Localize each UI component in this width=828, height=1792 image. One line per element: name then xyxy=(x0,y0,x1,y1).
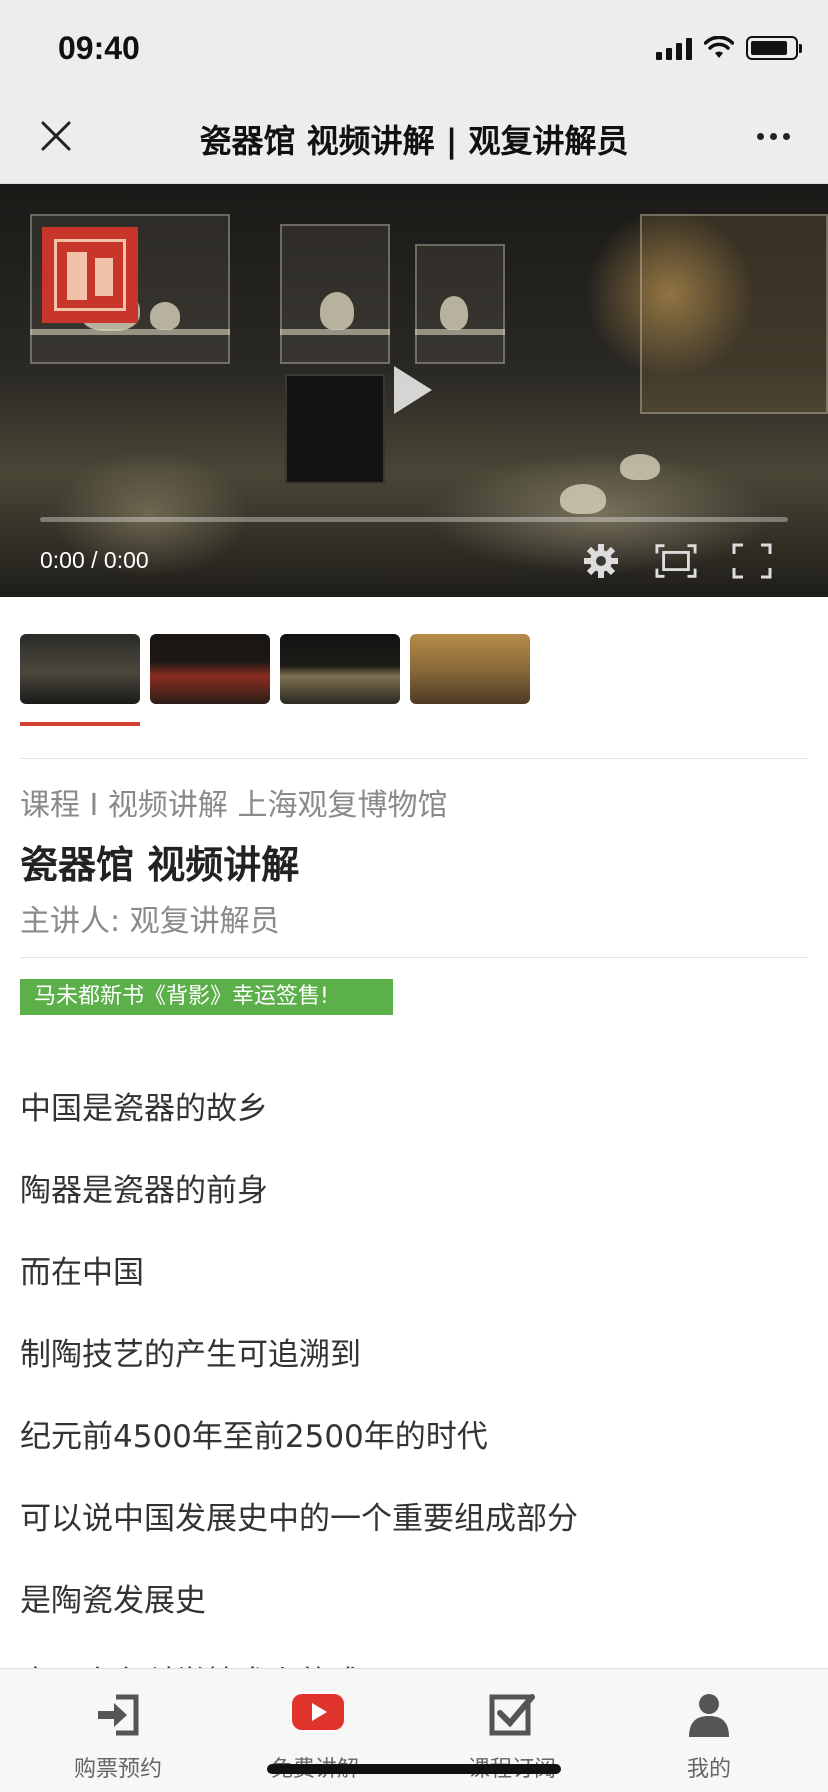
divider xyxy=(20,758,808,759)
vase xyxy=(320,292,354,330)
selected-thumbnail-indicator xyxy=(20,722,140,726)
status-time: 09:40 xyxy=(58,30,140,66)
video-progress-bar[interactable] xyxy=(40,517,788,522)
paragraph: 中国是瓷器的故乡 xyxy=(20,1091,268,1127)
museum-seal-logo xyxy=(42,227,138,323)
tab-label: 购票预约 xyxy=(73,1757,162,1782)
play-icon[interactable] xyxy=(394,366,432,414)
display-case xyxy=(640,214,828,414)
wifi-icon xyxy=(704,36,734,58)
fullscreen-icon[interactable] xyxy=(731,540,773,582)
tab-buy-ticket[interactable]: 购票预约 xyxy=(38,1669,198,1792)
thumbnail-4[interactable] xyxy=(410,634,530,704)
shelf xyxy=(415,329,505,335)
picture-in-picture-icon[interactable] xyxy=(655,540,697,582)
tab-my-profile[interactable]: 我的 xyxy=(629,1669,789,1792)
paragraph: 是陶瓷发展史 xyxy=(20,1583,206,1619)
home-indicator xyxy=(267,1764,561,1774)
course-title: 瓷器馆 视频讲解 xyxy=(20,843,300,887)
status-icons xyxy=(656,36,802,60)
bowl xyxy=(560,484,606,514)
video-play-icon xyxy=(291,1691,344,1739)
more-dots-icon[interactable] xyxy=(748,120,798,152)
settings-gear-icon[interactable] xyxy=(580,540,622,582)
promo-banner[interactable]: 马未都新书《背影》幸运签售! xyxy=(20,979,393,1015)
battery-icon xyxy=(746,36,802,60)
ticket-login-icon xyxy=(94,1691,142,1739)
paragraph: 陶器是瓷器的前身 xyxy=(20,1173,268,1209)
pedestal xyxy=(285,374,385,484)
course-speaker: 主讲人: 观复讲解员 xyxy=(20,904,280,939)
checkbox-icon xyxy=(488,1691,536,1739)
nav-bar: 瓷器馆 视频讲解 | 观复讲解员 xyxy=(0,90,828,184)
paragraph: 可以说中国发展史中的一个重要组成部分 xyxy=(20,1501,578,1537)
vase xyxy=(440,296,468,330)
vase xyxy=(150,302,180,330)
thumbnail-2[interactable] xyxy=(150,634,270,704)
close-icon[interactable] xyxy=(34,114,78,158)
status-bar: 09:40 xyxy=(0,0,828,90)
paragraph: 而在中国 xyxy=(20,1255,144,1291)
thumbnail-strip xyxy=(20,634,530,704)
shelf xyxy=(30,329,230,335)
course-meta: 课程 I 视频讲解 上海观复博物馆 xyxy=(20,788,448,823)
divider xyxy=(20,957,808,958)
video-time: 0:00 / 0:00 xyxy=(40,547,149,573)
tab-label: 我的 xyxy=(686,1757,731,1782)
thumbnail-3[interactable] xyxy=(280,634,400,704)
cellular-signal-icon xyxy=(656,36,692,60)
page-title: 瓷器馆 视频讲解 | 观复讲解员 xyxy=(199,122,629,160)
bowl xyxy=(620,454,660,480)
user-icon xyxy=(685,1691,733,1739)
paragraph: 纪元前4500年至前2500年的时代 xyxy=(20,1419,488,1455)
paragraph: 制陶技艺的产生可追溯到 xyxy=(20,1337,361,1373)
thumbnail-1[interactable] xyxy=(20,634,140,704)
